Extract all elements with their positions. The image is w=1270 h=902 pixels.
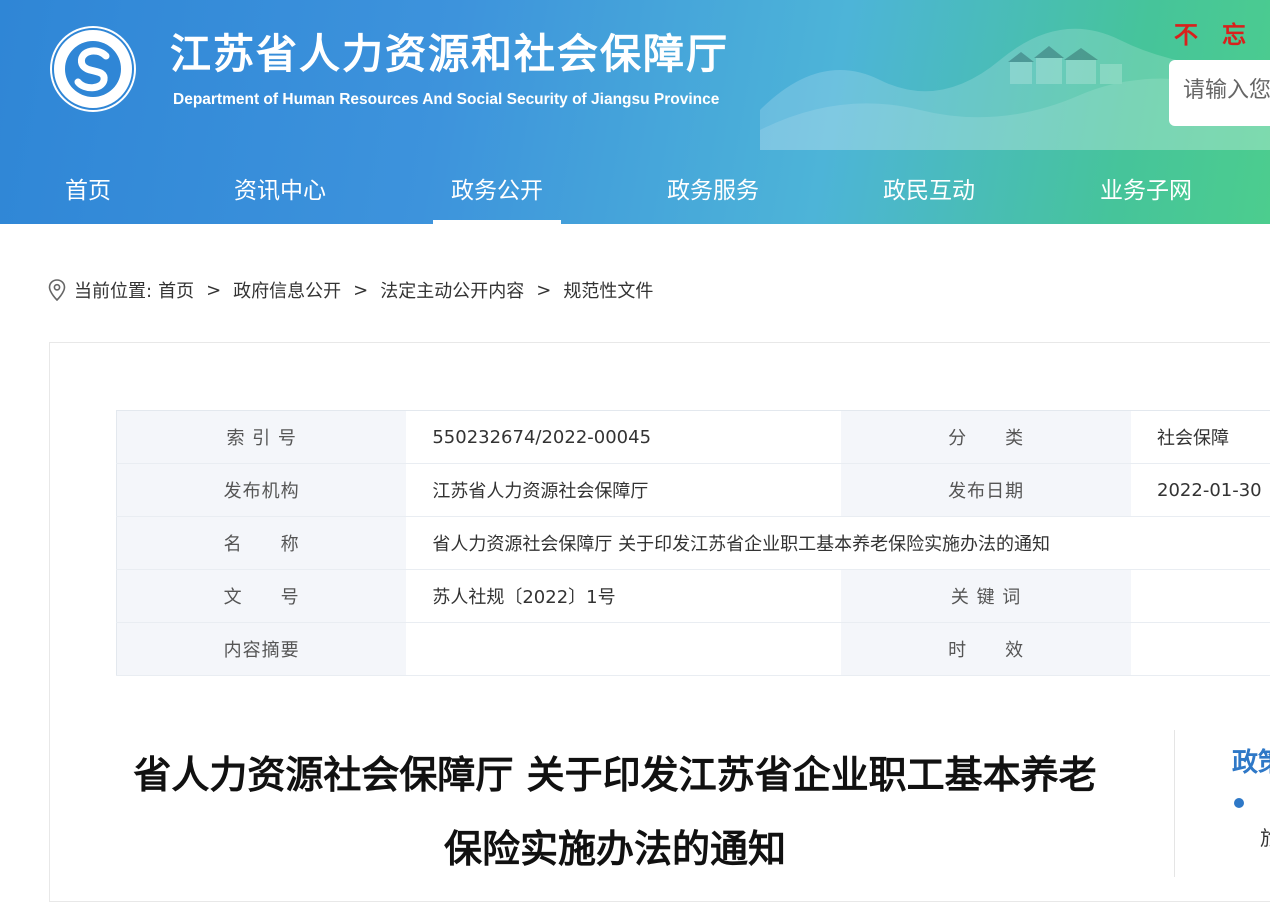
sidebar-divider: [1174, 730, 1175, 877]
site-title: 江苏省人力资源和社会保障厅: [170, 20, 729, 80]
doc-number-value: 苏人社规〔2022〕1号: [406, 570, 841, 623]
table-row: 发布机构 江苏省人力资源社会保障厅 发布日期 2022-01-30: [117, 464, 1270, 517]
slogan-text: 不忘: [1174, 15, 1270, 50]
publish-date-value: 2022-01-30: [1131, 464, 1270, 517]
table-row: 文 号 苏人社规〔2022〕1号 关 键 词: [117, 570, 1270, 623]
category-label: 分 类: [841, 411, 1131, 464]
sidebar-item-text[interactable]: 旅: [1260, 822, 1270, 851]
table-row: 索 引 号 550232674/2022-00045 分 类 社会保障: [117, 411, 1270, 464]
site-subtitle: Department of Human Resources And Social…: [173, 91, 719, 109]
document-title: 省人力资源社会保障厅 关于印发江苏省企业职工基本养老保险实施办法的通知: [120, 738, 1110, 886]
issuer-label: 发布机构: [117, 464, 407, 517]
breadcrumb-gov-info-open[interactable]: 政府信息公开: [233, 277, 341, 303]
main-nav: 首页 资讯中心 政务公开 政务服务 政民互动 业务子网: [0, 160, 1270, 224]
summary-value: [406, 623, 841, 676]
index-number-value: 550232674/2022-00045: [406, 411, 841, 464]
site-header: 江苏省人力资源和社会保障厅 Department of Human Resour…: [0, 0, 1270, 224]
keywords-value: [1131, 570, 1270, 623]
breadcrumb-prefix: 当前位置:: [74, 277, 152, 303]
search-box[interactable]: [1169, 60, 1270, 126]
index-number-label: 索 引 号: [117, 411, 407, 464]
nav-news-center[interactable]: 资讯中心: [216, 160, 344, 224]
breadcrumb-separator: >: [353, 280, 368, 301]
location-pin-icon: [48, 279, 66, 301]
nav-gov-services[interactable]: 政务服务: [649, 160, 777, 224]
validity-value: [1131, 623, 1270, 676]
table-row: 内容摘要 时 效: [117, 623, 1270, 676]
breadcrumb-normative-docs[interactable]: 规范性文件: [563, 277, 653, 303]
document-metadata-table: 索 引 号 550232674/2022-00045 分 类 社会保障 发布机构…: [116, 410, 1270, 676]
site-logo[interactable]: [48, 24, 138, 114]
name-value: 省人力资源社会保障厅 关于印发江苏省企业职工基本养老保险实施办法的通知: [406, 517, 1270, 570]
keywords-label: 关 键 词: [841, 570, 1131, 623]
nav-business-subsites[interactable]: 业务子网: [1082, 160, 1210, 224]
publish-date-label: 发布日期: [841, 464, 1131, 517]
table-row: 名 称 省人力资源社会保障厅 关于印发江苏省企业职工基本养老保险实施办法的通知: [117, 517, 1270, 570]
issuer-value: 江苏省人力资源社会保障厅: [406, 464, 841, 517]
breadcrumb-statutory-content[interactable]: 法定主动公开内容: [380, 277, 524, 303]
breadcrumb-home[interactable]: 首页: [158, 277, 194, 303]
validity-label: 时 效: [841, 623, 1131, 676]
category-value: 社会保障: [1131, 411, 1270, 464]
breadcrumb: 当前位置: 首页 > 政府信息公开 > 法定主动公开内容 > 规范性文件: [48, 277, 653, 303]
doc-number-label: 文 号: [117, 570, 407, 623]
summary-label: 内容摘要: [117, 623, 407, 676]
name-label: 名 称: [117, 517, 407, 570]
nav-home[interactable]: 首页: [40, 160, 136, 224]
nav-public-interaction[interactable]: 政民互动: [865, 160, 993, 224]
sidebar-title[interactable]: 政策: [1232, 742, 1270, 779]
nav-gov-affairs-open[interactable]: 政务公开: [433, 160, 561, 224]
breadcrumb-separator: >: [536, 280, 551, 301]
bullet-icon: [1234, 798, 1244, 808]
breadcrumb-separator: >: [206, 280, 221, 301]
search-input[interactable]: [1183, 78, 1270, 103]
